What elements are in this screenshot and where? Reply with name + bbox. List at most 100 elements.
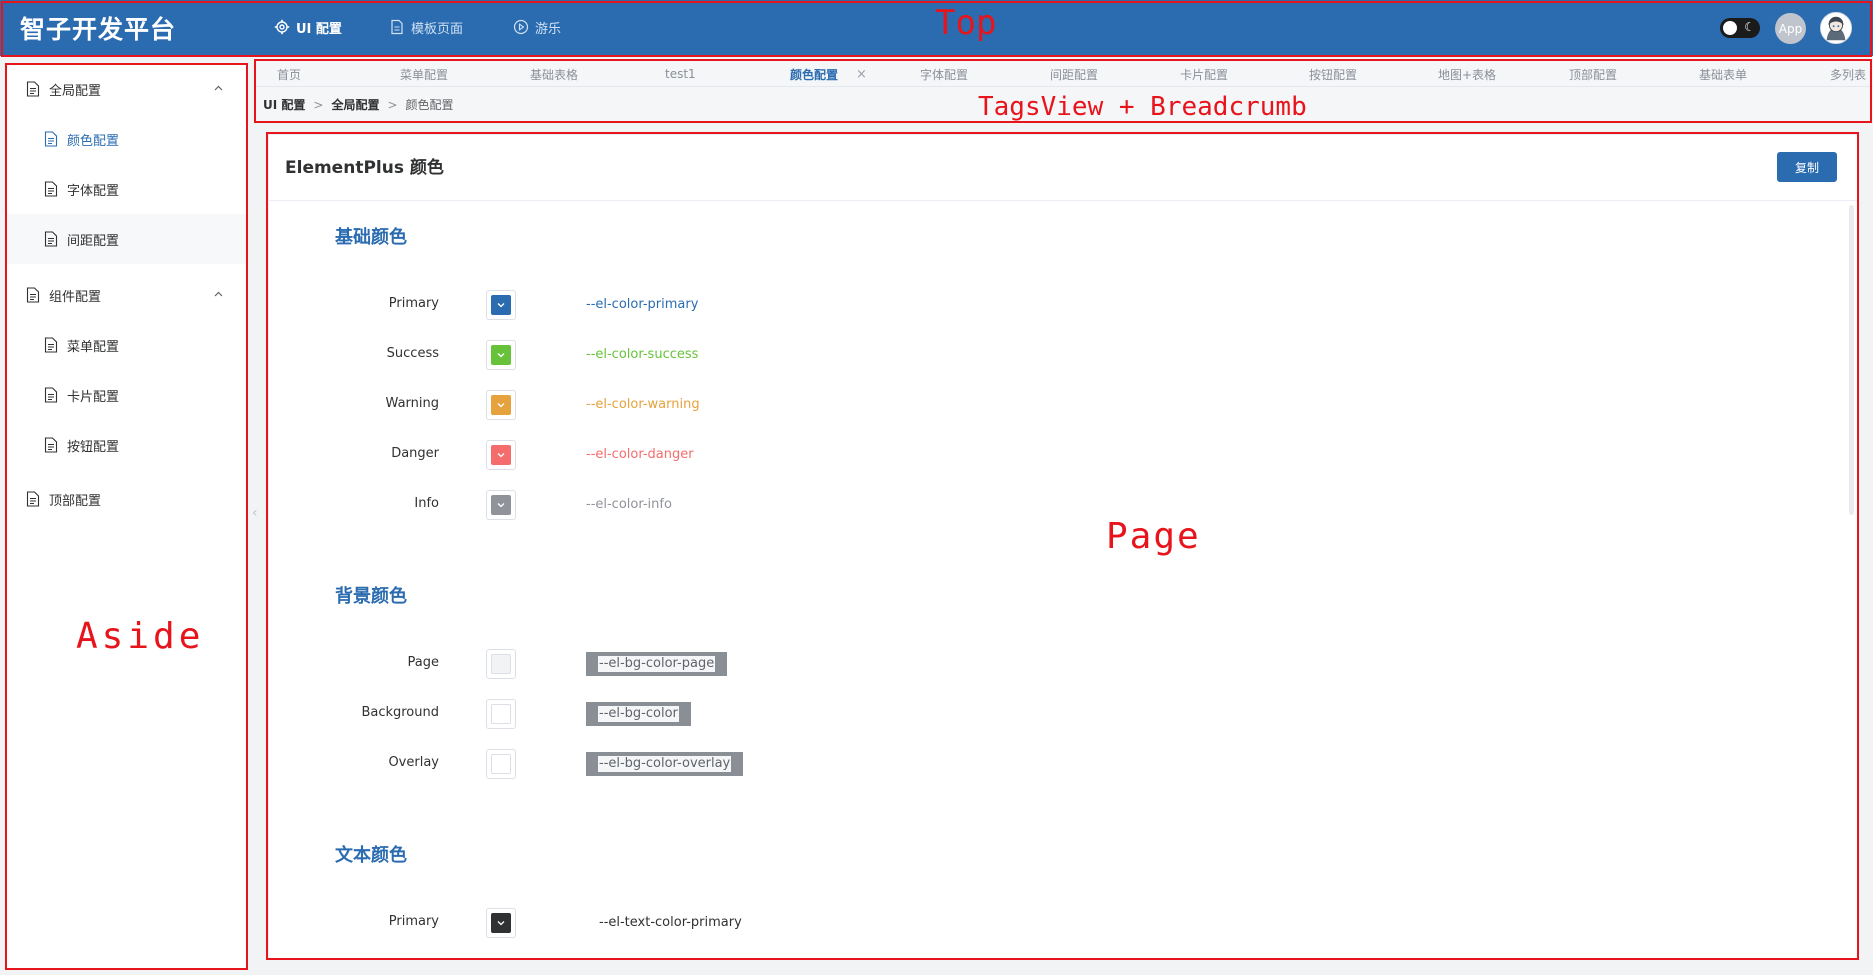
color-label: Primary [388, 296, 439, 311]
sidebar-item-label: 颜色配置 [67, 133, 120, 149]
css-variable: --el-bg-color-overlay [598, 756, 732, 772]
sidebar-item-button-config[interactable]: 按钮配置 [6, 420, 246, 470]
avatar[interactable] [1820, 12, 1852, 44]
tag-item[interactable]: 首页 [277, 64, 301, 84]
top-menu-label: 模板页面 [411, 21, 464, 37]
sidebar-item-menu-config[interactable]: 菜单配置 [6, 320, 246, 370]
sidebar-item-spacing-config[interactable]: 间距配置 [6, 214, 246, 264]
sidebar-item-color-config[interactable]: 颜色配置 [6, 114, 246, 164]
sidebar-group-global[interactable]: 全局配置 [6, 64, 246, 114]
gear-icon [274, 19, 290, 35]
tag-item[interactable]: 间距配置 [1050, 64, 1098, 84]
sidebar-group-components[interactable]: 组件配置 [6, 270, 246, 320]
page-title: ElementPlus 颜色 [285, 158, 444, 178]
color-row: Primary --el-color-primary [269, 290, 1857, 322]
tag-label: 颜色配置 [790, 67, 839, 82]
breadcrumb-item-current: 颜色配置 [405, 98, 454, 112]
tag-item[interactable]: test1 [665, 64, 696, 84]
document-icon [44, 337, 58, 353]
tag-label: 首页 [277, 67, 302, 82]
css-variable: --el-color-info [586, 497, 672, 512]
tag-label: 字体配置 [920, 67, 969, 82]
sidebar-item-font-config[interactable]: 字体配置 [6, 164, 246, 214]
tag-item[interactable]: 字体配置 [920, 64, 968, 84]
document-icon [44, 231, 58, 247]
close-icon[interactable]: × [856, 67, 867, 82]
tag-label: 多列表 [1830, 67, 1867, 82]
tag-item[interactable]: 按钮配置 [1309, 64, 1357, 84]
play-circle-icon [513, 19, 529, 35]
color-swatch [491, 704, 511, 724]
document-icon [391, 19, 403, 35]
sidebar-group-label: 组件配置 [49, 289, 102, 305]
top-menu-ui-config[interactable]: UI 配置 [274, 16, 342, 38]
top-header: 智子开发平台 UI 配置 模板页面 游乐 ☾ App [0, 0, 1873, 56]
color-picker[interactable] [486, 749, 516, 779]
tag-label: 基础表单 [1699, 67, 1748, 82]
css-variable: --el-bg-color [598, 706, 679, 722]
tag-item[interactable]: 多列表 [1830, 64, 1866, 84]
sidebar-item-card-config[interactable]: 卡片配置 [6, 370, 246, 420]
color-picker[interactable] [486, 649, 516, 679]
document-icon [44, 131, 58, 147]
tag-item-active[interactable]: 颜色配置 × [790, 64, 867, 84]
sidebar-group-label: 顶部配置 [49, 493, 102, 509]
chevron-down-icon [497, 503, 505, 508]
section-title-text-colors: 文本颜色 [335, 845, 407, 866]
top-menu-play[interactable]: 游乐 [513, 16, 561, 38]
chevron-down-icon [497, 353, 505, 358]
color-row: Warning --el-color-warning [269, 390, 1857, 422]
tag-item[interactable]: 菜单配置 [400, 64, 448, 84]
css-variable: --el-color-primary [586, 297, 699, 312]
dark-mode-toggle[interactable]: ☾ [1720, 18, 1760, 38]
color-row: Success --el-color-success [269, 340, 1857, 372]
color-swatch [491, 445, 511, 465]
breadcrumb-separator: > [387, 97, 398, 112]
page-card: ElementPlus 颜色 复制 基础颜色 Primary --el-colo… [268, 134, 1858, 960]
color-row: Background --el-bg-color [269, 699, 1857, 731]
color-picker[interactable] [486, 290, 516, 320]
css-variable-tag: --el-bg-color-overlay [586, 752, 744, 776]
chevron-down-icon [497, 453, 505, 458]
moon-icon: ☾ [1744, 20, 1755, 34]
color-picker[interactable] [486, 440, 516, 470]
tag-label: 顶部配置 [1569, 67, 1618, 82]
color-label: Success [386, 346, 439, 361]
top-menu-label: UI 配置 [296, 21, 342, 37]
top-menu-templates[interactable]: 模板页面 [389, 16, 463, 38]
color-picker[interactable] [486, 340, 516, 370]
tag-item[interactable]: 基础表格 [530, 64, 578, 84]
tag-item[interactable]: 卡片配置 [1180, 64, 1228, 84]
color-picker[interactable] [486, 490, 516, 520]
color-swatch [491, 654, 511, 674]
tag-item[interactable]: 地图+表格 [1438, 64, 1496, 84]
app-button[interactable]: App [1775, 13, 1806, 44]
breadcrumb-item[interactable]: UI 配置 [263, 96, 305, 113]
color-swatch [491, 395, 511, 415]
copy-button[interactable]: 复制 [1777, 152, 1837, 182]
tag-item[interactable]: 基础表单 [1699, 64, 1747, 84]
sidebar-collapse-handle[interactable]: ‹ [252, 505, 262, 521]
avatar-image [1821, 13, 1851, 43]
section-title-base-colors: 基础颜色 [335, 227, 407, 248]
tag-item[interactable]: 顶部配置 [1569, 64, 1617, 84]
sidebar-item-label: 按钮配置 [67, 439, 120, 455]
app-logo[interactable]: 智子开发平台 [20, 10, 176, 46]
chevron-down-icon [497, 921, 505, 926]
card-divider [269, 200, 1857, 201]
color-picker[interactable] [486, 908, 516, 938]
color-picker[interactable] [486, 699, 516, 729]
sidebar-group-top-config[interactable]: 顶部配置 [6, 474, 246, 524]
breadcrumb-item[interactable]: 全局配置 [331, 96, 379, 113]
tag-label: 基础表格 [530, 67, 579, 82]
color-picker[interactable] [486, 390, 516, 420]
css-variable-tag: --el-bg-color-page [586, 652, 728, 676]
color-swatch [491, 913, 511, 933]
css-variable: --el-bg-color-page [598, 656, 716, 672]
color-swatch [491, 295, 511, 315]
toggle-knob [1723, 21, 1737, 35]
color-label: Overlay [388, 755, 439, 770]
css-variable: --el-color-danger [586, 447, 694, 462]
color-label: Danger [391, 446, 439, 461]
tags-view: 首页 菜单配置 基础表格 test1 颜色配置 × 字体配置 间距配置 卡片配置… [255, 60, 1873, 122]
